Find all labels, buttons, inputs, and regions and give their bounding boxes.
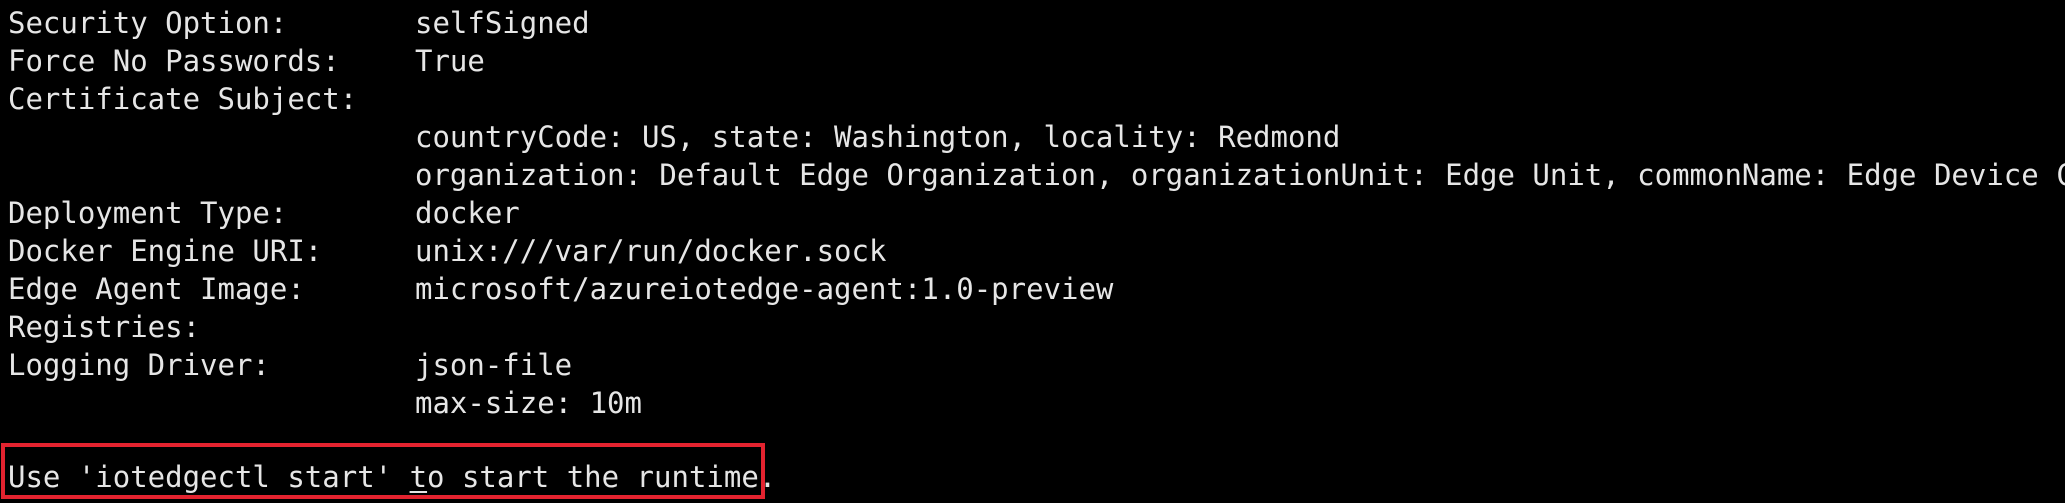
edge-agent-image-row: Edge Agent Image: microsoft/azureiotedge-… (8, 270, 1113, 308)
start-hint-text-before: Use 'iotedgectl start' (8, 460, 410, 494)
certificate-subject-line-1: countryCode: US, state: Washington, loca… (415, 120, 1341, 154)
certificate-subject-row: Certificate Subject: (8, 80, 415, 118)
logging-driver-option: max-size: 10m (415, 386, 642, 420)
deployment-type-value: docker (415, 196, 520, 230)
logging-driver-label: Logging Driver: (8, 348, 270, 382)
start-hint-line: Use 'iotedgectl start' to start the runt… (8, 458, 776, 496)
start-hint-text-after: o start the runtime. (427, 460, 777, 494)
force-no-passwords-label: Force No Passwords: (8, 44, 340, 78)
logging-driver-value: json-file (415, 348, 573, 382)
security-option-label: Security Option: (8, 6, 288, 40)
registries-row: Registries: (8, 308, 415, 346)
docker-engine-uri-row: Docker Engine URI: unix:///var/run/docker… (8, 232, 886, 270)
certificate-subject-label: Certificate Subject: (8, 82, 358, 116)
edge-agent-image-label: Edge Agent Image: (8, 272, 305, 306)
security-option-row: Security Option: selfSigned (8, 4, 590, 42)
force-no-passwords-row: Force No Passwords: True (8, 42, 485, 80)
text-cursor: t (409, 460, 428, 494)
logging-driver-row: Logging Driver: json-file (8, 346, 572, 384)
docker-engine-uri-label: Docker Engine URI: (8, 234, 323, 268)
deployment-type-label: Deployment Type: (8, 196, 288, 230)
security-option-value: selfSigned (415, 6, 590, 40)
force-no-passwords-value: True (415, 44, 485, 78)
registries-label: Registries: (8, 310, 201, 344)
terminal-window[interactable]: Security Option: selfSigned Force No Pass… (0, 0, 2065, 503)
certificate-subject-line-2: organization: Default Edge Organization,… (415, 158, 2065, 192)
edge-agent-image-value: microsoft/azureiotedge-agent:1.0-preview (415, 272, 1114, 306)
docker-engine-uri-value: unix:///var/run/docker.sock (415, 234, 887, 268)
deployment-type-row: Deployment Type: docker (8, 194, 520, 232)
